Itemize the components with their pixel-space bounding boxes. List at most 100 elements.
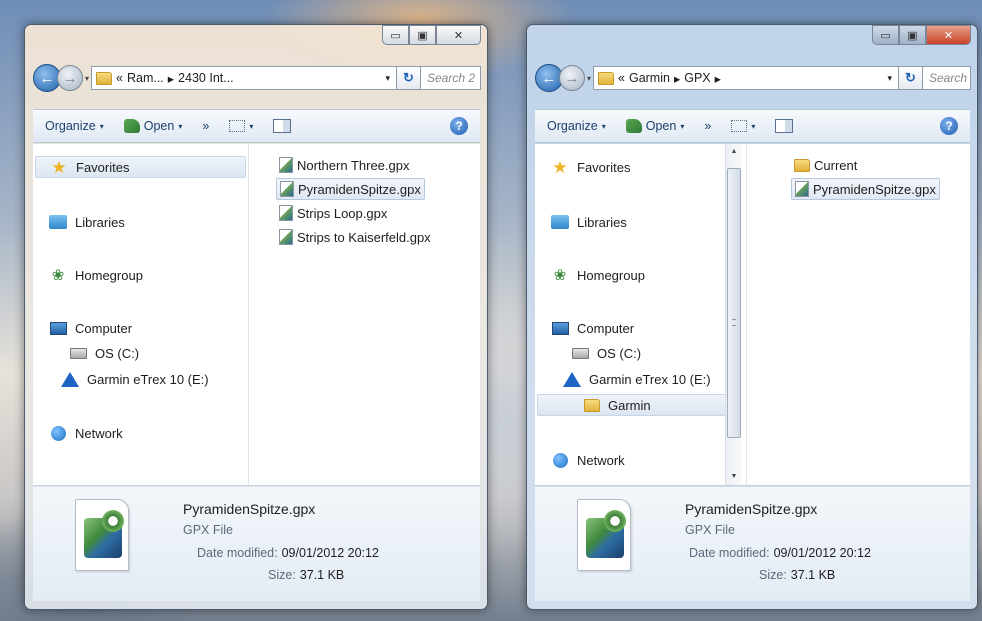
- breadcrumb-separator[interactable]: ▸: [674, 71, 680, 86]
- nav-item-os-drive[interactable]: OS (C:): [69, 342, 139, 364]
- recent-pages-icon[interactable]: ▾: [587, 74, 591, 83]
- size-value: 37.1 KB: [790, 568, 836, 582]
- open-button[interactable]: Open ▾: [123, 119, 183, 133]
- chevron-down-icon: ▾: [680, 121, 685, 131]
- folder-icon: [794, 158, 810, 172]
- breadcrumb[interactable]: « Ram... ▸ 2430 Int... ▾: [91, 66, 397, 90]
- maximize-button[interactable]: ▣: [899, 25, 926, 45]
- details-pane: PyramidenSpitze.gpx GPX File Date modifi…: [33, 487, 480, 601]
- chevron-down-icon: ▾: [99, 121, 104, 131]
- breadcrumb[interactable]: « Garmin ▸ GPX ▸ ▾: [593, 66, 899, 90]
- open-button[interactable]: Open ▾: [625, 119, 685, 133]
- libraries-icon: [49, 215, 67, 229]
- explorer-window-right: ▭ ▣ ✕ ← → ▾ « Garmin ▸ GPX ▸ ▾ ↻ Search …: [526, 24, 978, 610]
- address-dropdown-icon[interactable]: ▾: [881, 73, 898, 84]
- organize-label: Organize: [547, 119, 598, 133]
- change-view-button[interactable]: ▾: [229, 120, 253, 132]
- open-label: Open: [645, 119, 677, 133]
- hard-drive-icon: [69, 347, 87, 359]
- help-button[interactable]: ?: [940, 117, 958, 135]
- breadcrumb-item[interactable]: 2430 Int...: [178, 71, 234, 85]
- minimize-button[interactable]: ▭: [872, 25, 899, 45]
- details-date-row: Date modified: 09/01/2012 20:12: [197, 546, 379, 560]
- minimize-button[interactable]: ▭: [382, 25, 409, 45]
- homegroup-icon: ❀: [51, 266, 65, 284]
- nav-label: Libraries: [75, 214, 125, 230]
- file-item[interactable]: Strips Loop.gpx: [276, 202, 390, 224]
- recent-pages-icon[interactable]: ▾: [85, 74, 89, 83]
- nav-item-computer[interactable]: Computer: [49, 317, 132, 339]
- preview-pane-button[interactable]: [273, 119, 292, 133]
- preview-pane-button[interactable]: [775, 119, 794, 133]
- more-commands-button[interactable]: »: [202, 119, 209, 133]
- nav-item-homegroup[interactable]: ❀ Homegroup: [551, 264, 645, 286]
- content-area: ★ Favorites Libraries ❀ Homegroup Computer…: [535, 144, 970, 486]
- folder-icon: [96, 71, 113, 85]
- breadcrumb-separator[interactable]: ▸: [715, 71, 721, 86]
- refresh-button[interactable]: ↻: [899, 66, 923, 90]
- organize-button[interactable]: Organize ▾: [45, 119, 104, 133]
- close-button[interactable]: ✕: [436, 25, 481, 45]
- nav-item-network[interactable]: Network: [551, 449, 625, 471]
- nav-item-libraries[interactable]: Libraries: [551, 211, 627, 233]
- folder-icon: [584, 398, 600, 412]
- nav-item-favorites[interactable]: ★ Favorites: [551, 156, 630, 178]
- gpx-file-icon: [279, 205, 293, 221]
- nav-item-os-drive[interactable]: OS (C:): [571, 342, 641, 364]
- search-input[interactable]: Search 2: [421, 66, 481, 90]
- search-input[interactable]: Search: [923, 66, 971, 90]
- chevron-down-icon: ▾: [601, 121, 606, 131]
- close-button[interactable]: ✕: [926, 25, 971, 45]
- file-item-selected[interactable]: PyramidenSpitze.gpx: [276, 178, 425, 200]
- gpx-file-icon: [279, 229, 293, 245]
- folder-item[interactable]: Current: [791, 154, 860, 176]
- breadcrumb-item[interactable]: Ram...: [127, 71, 164, 85]
- nav-item-network[interactable]: Network: [49, 422, 123, 444]
- garmin-drive-icon: [61, 371, 79, 387]
- date-label: Date modified:: [689, 546, 770, 560]
- chevron-down-icon: ▾: [751, 121, 756, 131]
- file-item[interactable]: Northern Three.gpx: [276, 154, 413, 176]
- file-item-selected[interactable]: PyramidenSpitze.gpx: [791, 178, 940, 200]
- help-button[interactable]: ?: [450, 117, 468, 135]
- breadcrumb-overflow[interactable]: «: [618, 71, 625, 85]
- chevron-down-icon: ▾: [249, 121, 254, 131]
- navigation-pane: ★ Favorites Libraries ❀ Homegroup Computer…: [535, 144, 747, 485]
- refresh-button[interactable]: ↻: [397, 66, 421, 90]
- nav-item-libraries[interactable]: Libraries: [49, 211, 125, 233]
- explorer-window-left: ▭ ▣ ✕ ← → ▾ « Ram... ▸ 2430 Int... ▾ ↻ S…: [24, 24, 488, 610]
- scroll-up-icon[interactable]: ▲: [726, 144, 742, 160]
- nav-item-computer[interactable]: Computer: [551, 317, 634, 339]
- details-size-row: Size: 37.1 KB: [759, 568, 835, 582]
- breadcrumb-item[interactable]: Garmin: [629, 71, 670, 85]
- chevron-down-icon: ▾: [178, 121, 183, 131]
- nav-item-garmin-drive[interactable]: Garmin eTrex 10 (E:): [61, 368, 209, 390]
- address-dropdown-icon[interactable]: ▾: [379, 73, 396, 84]
- breadcrumb-separator[interactable]: ▸: [168, 71, 174, 86]
- network-icon: [552, 452, 568, 468]
- size-value: 37.1 KB: [299, 568, 345, 582]
- nav-scrollbar[interactable]: ▲ ▼: [725, 144, 742, 485]
- breadcrumb-overflow[interactable]: «: [116, 71, 123, 85]
- nav-item-favorites[interactable]: ★ Favorites: [35, 156, 246, 178]
- star-icon: ★: [51, 157, 67, 177]
- breadcrumb-item[interactable]: GPX: [684, 71, 710, 85]
- nav-item-homegroup[interactable]: ❀ Homegroup: [49, 264, 143, 286]
- maximize-button[interactable]: ▣: [409, 25, 436, 45]
- nav-item-garmin-folder[interactable]: Garmin: [537, 394, 726, 416]
- more-commands-button[interactable]: »: [704, 119, 711, 133]
- file-item[interactable]: Strips to Kaiserfeld.gpx: [276, 226, 434, 248]
- change-view-button[interactable]: ▾: [731, 120, 755, 132]
- forward-button[interactable]: →: [57, 65, 83, 91]
- scrollbar-thumb[interactable]: [727, 168, 741, 438]
- file-name: PyramidenSpitze.gpx: [813, 181, 936, 197]
- scroll-down-icon[interactable]: ▼: [726, 469, 742, 485]
- details-date-row: Date modified: 09/01/2012 20:12: [689, 546, 871, 560]
- nav-item-garmin-drive[interactable]: Garmin eTrex 10 (E:): [563, 368, 723, 390]
- nav-label: OS (C:): [597, 345, 642, 361]
- forward-button[interactable]: →: [559, 65, 585, 91]
- file-list: Current PyramidenSpitze.gpx: [765, 144, 970, 485]
- nav-label: Homegroup: [75, 267, 143, 283]
- date-value: 09/01/2012 20:12: [281, 546, 379, 560]
- organize-button[interactable]: Organize ▾: [547, 119, 606, 133]
